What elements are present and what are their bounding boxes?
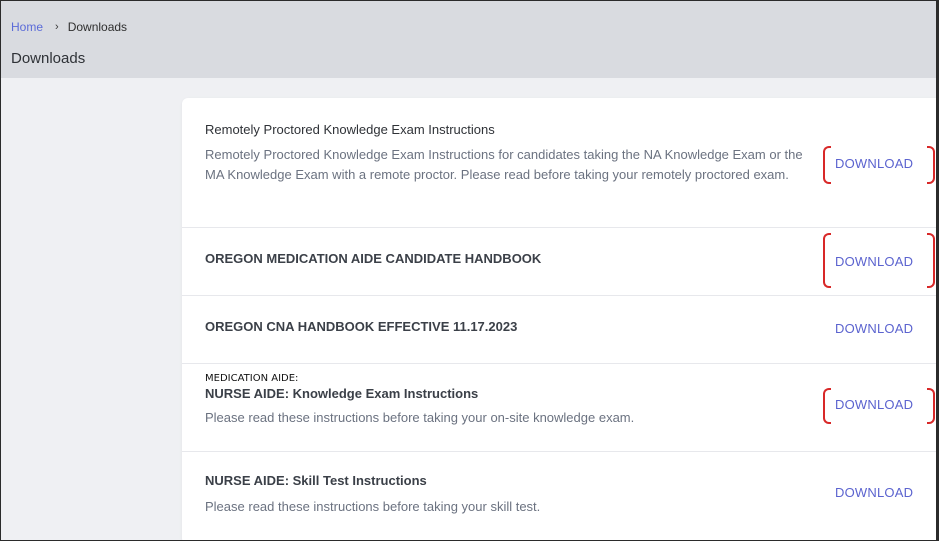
download-item: Remotely Proctored Knowledge Exam Instru…: [182, 98, 936, 228]
chevron-right-icon: ›: [55, 21, 59, 33]
download-item: NURSE AIDE: Skill Test Instructions Plea…: [182, 452, 936, 540]
download-description: Remotely Proctored Knowledge Exam Instru…: [205, 147, 803, 182]
annotation-bracket-left: [823, 388, 831, 424]
annotation-bracket-right: [927, 233, 935, 288]
annotation-bracket-right: [927, 146, 935, 184]
download-button[interactable]: DOWNLOAD: [835, 485, 913, 501]
downloads-card: Remotely Proctored Knowledge Exam Instru…: [182, 98, 936, 540]
download-button[interactable]: DOWNLOAD: [835, 254, 913, 270]
download-title: OREGON CNA HANDBOOK EFFECTIVE 11.17.2023: [205, 319, 518, 334]
download-pre-label: MEDICATION AIDE:: [205, 373, 299, 384]
download-title: Remotely Proctored Knowledge Exam Instru…: [205, 122, 495, 137]
download-title: OREGON MEDICATION AIDE CANDIDATE HANDBOO…: [205, 251, 542, 266]
breadcrumb-home-link[interactable]: Home: [11, 20, 43, 34]
annotation-bracket-right: [927, 388, 935, 424]
download-item: MEDICATION AIDE: NURSE AIDE: Knowledge E…: [182, 364, 936, 452]
page-title: Downloads: [11, 50, 86, 67]
download-item: OREGON CNA HANDBOOK EFFECTIVE 11.17.2023…: [182, 296, 936, 364]
annotation-bracket-left: [823, 146, 831, 184]
download-button[interactable]: DOWNLOAD: [835, 321, 913, 337]
download-title: NURSE AIDE: Skill Test Instructions: [205, 473, 427, 488]
breadcrumb-current: Downloads: [67, 20, 128, 34]
download-item: OREGON MEDICATION AIDE CANDIDATE HANDBOO…: [182, 228, 936, 296]
page-header: Home › Downloads Downloads: [1, 1, 936, 78]
download-button[interactable]: DOWNLOAD: [835, 156, 913, 172]
download-button[interactable]: DOWNLOAD: [835, 397, 913, 413]
download-title: NURSE AIDE: Knowledge Exam Instructions: [205, 386, 479, 401]
download-description: Please read these instructions before ta…: [205, 410, 635, 425]
breadcrumb: Home › Downloads: [11, 20, 127, 34]
page-frame: Home › Downloads Downloads Remotely Proc…: [0, 0, 939, 541]
annotation-bracket-left: [823, 233, 831, 288]
download-description: Please read these instructions before ta…: [205, 499, 541, 514]
